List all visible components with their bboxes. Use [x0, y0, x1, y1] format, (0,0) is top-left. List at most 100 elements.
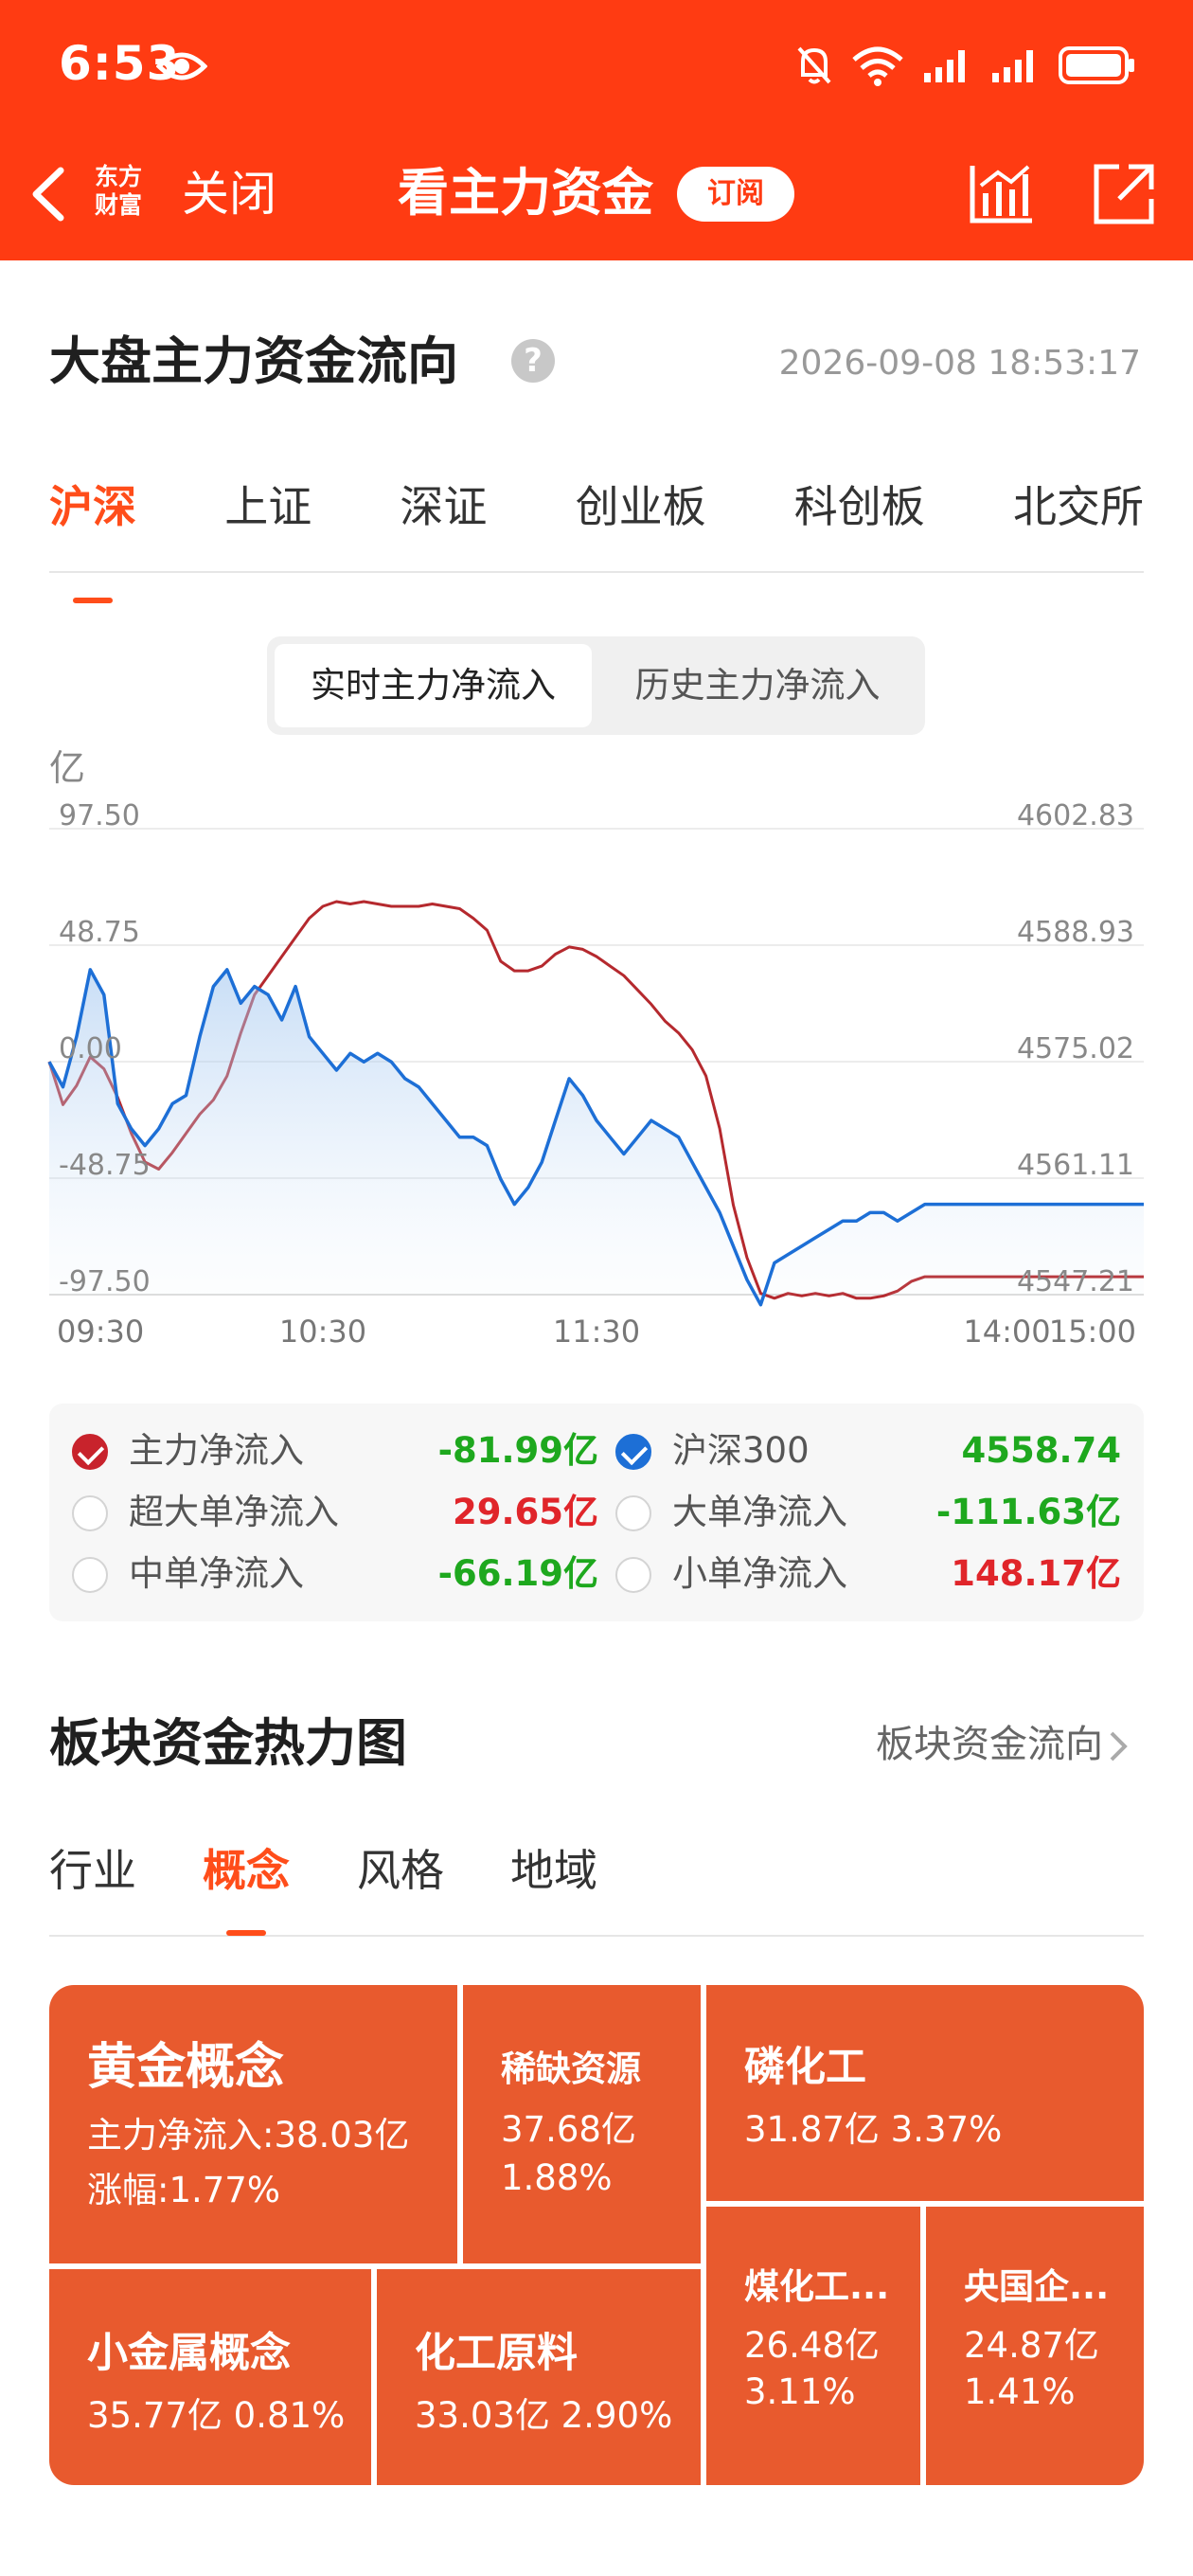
section-title: 大盘主力资金流向 — [49, 331, 458, 391]
y-left-tick-label: -97.50 — [59, 1265, 151, 1298]
heatmap-cell[interactable]: 黄金概念 主力净流入:38.03亿 涨幅:1.77% — [49, 1985, 457, 2263]
cell-change: 1.88% — [501, 2157, 613, 2198]
heatmap-cell[interactable]: 小金属概念 35.77亿 0.81% — [49, 2269, 371, 2485]
history-flow-button[interactable]: 历史主力净流入 — [596, 644, 918, 727]
heatmap-cell[interactable]: 磷化工 31.87亿 3.37% — [706, 1985, 1144, 2201]
flow-mode-toggle: 实时主力净流入 历史主力净流入 — [267, 636, 925, 735]
x-tick-label: 09:30 — [57, 1314, 144, 1350]
legend-value: 148.17亿 — [951, 1553, 1121, 1594]
checkbox-checked-icon[interactable] — [615, 1434, 651, 1470]
help-icon[interactable]: ? — [511, 339, 555, 383]
legend-main-flow[interactable]: 主力净流入 -81.99亿 — [72, 1422, 598, 1479]
back-arrow-icon[interactable] — [25, 163, 72, 225]
y-left-tick-label: 0.00 — [59, 1032, 122, 1065]
y-right-tick-label: 4547.21 — [1017, 1265, 1134, 1298]
legend-large[interactable]: 大单净流入 -111.63亿 — [615, 1484, 1121, 1541]
cell-name: 稀缺资源 — [501, 2048, 641, 2089]
tab-beijiaosuo[interactable]: 北交所 — [1013, 474, 1144, 571]
cell-flow: 31.87亿 3.37% — [744, 2109, 1003, 2150]
legend-value: 4558.74 — [961, 1430, 1121, 1471]
heatmap-tabs: 行业 概念 风格 地域 — [49, 1837, 1144, 1937]
legend-label: 大单净流入 — [672, 1492, 847, 1532]
chevron-right-icon[interactable] — [1106, 1729, 1131, 1763]
legend-small[interactable]: 小单净流入 148.17亿 — [615, 1546, 1121, 1602]
sector-heatmap: 黄金概念 主力净流入:38.03亿 涨幅:1.77% 稀缺资源 37.68亿 1… — [49, 1985, 1144, 2485]
legend-panel: 主力净流入 -81.99亿 沪深300 4558.74 超大单净流入 29.65… — [49, 1404, 1144, 1621]
battery-icon — [1059, 46, 1134, 84]
app-header: 6:53 东方 财富 关闭 看主力资金 订阅 — [0, 0, 1193, 260]
tab-region[interactable]: 地域 — [510, 1837, 597, 1904]
cell-flow: 主力净流入:38.03亿 — [87, 2115, 410, 2156]
cell-name: 化工原料 — [415, 2330, 578, 2377]
legend-label: 小单净流入 — [672, 1553, 847, 1594]
cell-change: 3.11% — [744, 2371, 856, 2412]
legend-hs300[interactable]: 沪深300 4558.74 — [615, 1422, 1121, 1479]
eye-icon — [156, 52, 207, 80]
eastmoney-logo: 东方 财富 — [89, 163, 148, 224]
bar-chart-icon[interactable] — [968, 161, 1036, 225]
checkbox-checked-icon[interactable] — [72, 1434, 108, 1470]
legend-value: -81.99亿 — [437, 1430, 598, 1471]
tab-chuangyeban[interactable]: 创业板 — [576, 474, 706, 571]
legend-label: 中单净流入 — [129, 1553, 304, 1594]
y-right-tick-label: 4588.93 — [1017, 916, 1134, 949]
cell-flow: 35.77亿 0.81% — [87, 2395, 346, 2436]
heatmap-cell[interactable]: 煤化工... 26.48亿 3.11% — [706, 2207, 920, 2485]
y-left-tick-label: -48.75 — [59, 1149, 151, 1182]
close-button[interactable]: 关闭 — [182, 163, 276, 225]
cell-name: 小金属概念 — [87, 2330, 291, 2377]
x-tick-label: 11:30 — [553, 1314, 640, 1350]
heatmap-title: 板块资金热力图 — [49, 1713, 407, 1773]
tab-shangzheng[interactable]: 上证 — [224, 474, 312, 571]
x-tick-label: 14:00 — [963, 1314, 1050, 1350]
checkbox-unchecked-icon[interactable] — [615, 1557, 651, 1593]
bell-muted-icon — [797, 46, 831, 84]
cell-change: 涨幅:1.77% — [87, 2170, 281, 2210]
wifi-icon — [852, 46, 903, 86]
share-icon[interactable] — [1091, 161, 1157, 227]
status-bar: 6:53 — [0, 0, 1193, 133]
tab-kechuangban[interactable]: 科创板 — [794, 474, 925, 571]
checkbox-unchecked-icon[interactable] — [615, 1495, 651, 1531]
hs300-area — [49, 969, 1144, 1305]
tab-concept[interactable]: 概念 — [203, 1837, 290, 1936]
legend-medium[interactable]: 中单净流入 -66.19亿 — [72, 1546, 598, 1602]
cell-name: 黄金概念 — [87, 2039, 285, 2096]
logo-line-2: 财富 — [94, 191, 142, 219]
cell-change: 1.41% — [964, 2371, 1076, 2412]
tab-industry[interactable]: 行业 — [49, 1837, 136, 1904]
y-left-tick-label: 97.50 — [59, 799, 140, 832]
tab-hushen[interactable]: 沪深 — [49, 474, 136, 603]
y-left-tick-label: 48.75 — [59, 916, 140, 949]
realtime-flow-button[interactable]: 实时主力净流入 — [275, 644, 592, 727]
legend-label: 主力净流入 — [129, 1430, 304, 1471]
cell-name: 央国企... — [964, 2266, 1110, 2307]
legend-value: -111.63亿 — [935, 1492, 1121, 1532]
fund-flow-chart[interactable]: 97.50 4602.83 48.75 4588.93 0.00 4575.02 -48.7… — [0, 729, 1193, 1364]
y-right-tick-label: 4602.83 — [1017, 799, 1134, 832]
x-tick-label: 10:30 — [279, 1314, 366, 1350]
y-right-tick-label: 4575.02 — [1017, 1032, 1134, 1065]
checkbox-unchecked-icon[interactable] — [72, 1557, 108, 1593]
tab-shenzheng[interactable]: 深证 — [400, 474, 487, 571]
market-tabs: 沪深 上证 深证 创业板 科创板 北交所 — [49, 474, 1144, 603]
legend-value: -66.19亿 — [437, 1553, 598, 1594]
cell-name: 煤化工... — [744, 2266, 890, 2307]
tab-style[interactable]: 风格 — [357, 1837, 444, 1904]
logo-line-1: 东方 — [94, 163, 142, 190]
nav-bar: 东方 财富 关闭 看主力资金 订阅 — [0, 142, 1193, 246]
signal-icon — [924, 50, 965, 82]
subscribe-button[interactable]: 订阅 — [677, 167, 794, 222]
cell-flow: 37.68亿 — [501, 2109, 636, 2150]
heatmap-cell[interactable]: 稀缺资源 37.68亿 1.88% — [463, 1985, 701, 2263]
legend-super-large[interactable]: 超大单净流入 29.65亿 — [72, 1484, 598, 1541]
heatmap-cell[interactable]: 央国企... 24.87亿 1.41% — [926, 2207, 1144, 2485]
cell-flow: 26.48亿 — [744, 2325, 880, 2366]
heatmap-cell[interactable]: 化工原料 33.03亿 2.90% — [377, 2269, 701, 2485]
cell-flow: 24.87亿 — [964, 2325, 1099, 2366]
update-timestamp: 2026-09-08 18:53:17 — [778, 344, 1141, 383]
sector-flow-link[interactable]: 板块资金流向 — [876, 1716, 1103, 1773]
legend-label: 沪深300 — [672, 1430, 810, 1471]
page-title: 看主力资金 — [398, 163, 653, 223]
checkbox-unchecked-icon[interactable] — [72, 1495, 108, 1531]
